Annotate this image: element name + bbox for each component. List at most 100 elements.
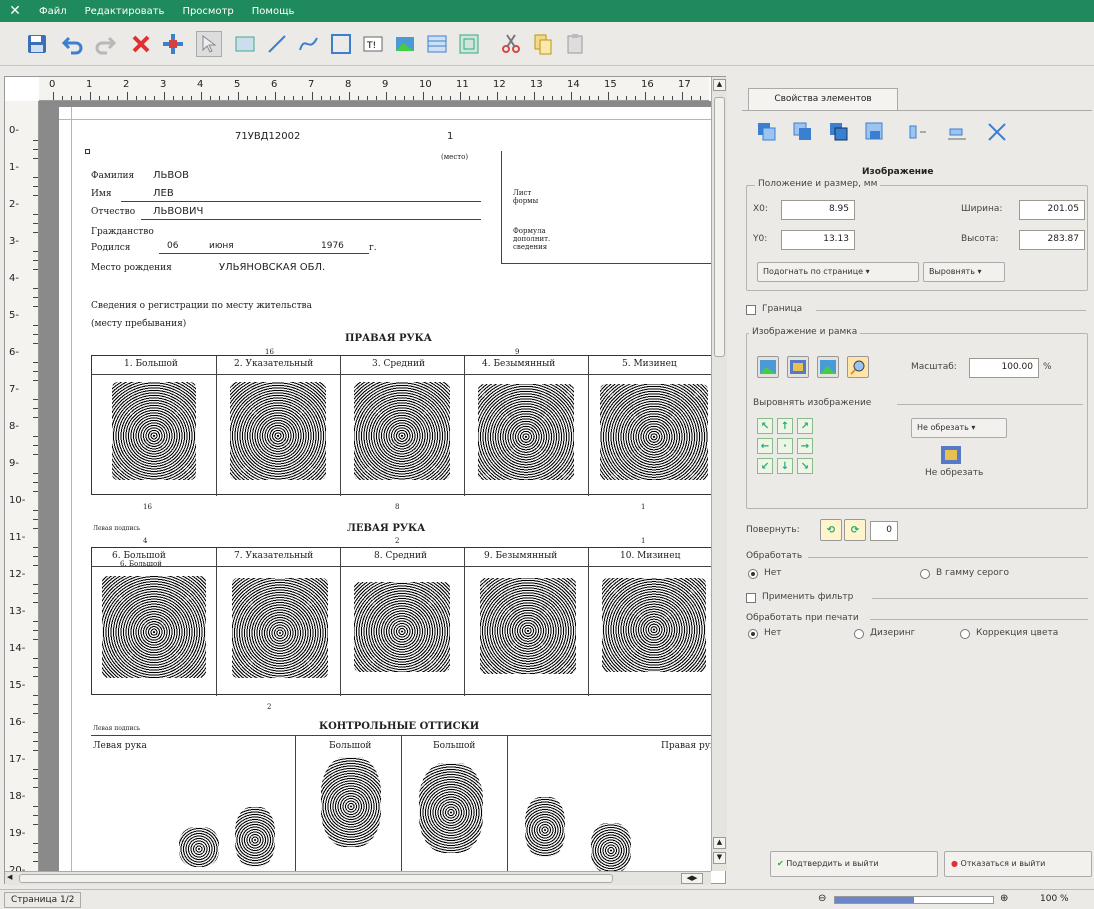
redo-icon[interactable] bbox=[92, 31, 118, 57]
align-horizontal-icon[interactable] bbox=[906, 121, 928, 143]
vertical-scrollbar[interactable]: ▲ ▲ ▼ bbox=[711, 77, 727, 871]
rectangle-tool-icon[interactable] bbox=[232, 31, 258, 57]
menu-edit[interactable]: Редактировать bbox=[76, 6, 174, 17]
zoom-out-icon[interactable]: ⊖ bbox=[818, 893, 826, 904]
ruler-tick bbox=[33, 232, 38, 233]
horizontal-scrollbar[interactable]: ◀ ◀▶ bbox=[5, 871, 711, 885]
move-icon[interactable] bbox=[160, 31, 186, 57]
align-right-icon[interactable]: → bbox=[797, 438, 813, 454]
align-top-left-icon[interactable]: ↖ bbox=[757, 418, 773, 434]
scroll-horizontal-arrows-icon[interactable]: ◀▶ bbox=[681, 873, 703, 884]
margin-guide bbox=[59, 119, 711, 120]
selection-handle[interactable] bbox=[85, 149, 90, 154]
select-pointer-icon[interactable] bbox=[196, 31, 222, 57]
align-vertical-icon[interactable] bbox=[946, 121, 968, 143]
print-color-radio[interactable] bbox=[960, 629, 970, 639]
ruler-tick bbox=[561, 96, 562, 100]
border-checkbox[interactable] bbox=[746, 305, 756, 315]
tab-element-properties[interactable]: Свойства элементов bbox=[748, 88, 898, 110]
rotate-right-icon[interactable]: ⟳ bbox=[844, 519, 866, 541]
rotate-left-icon[interactable]: ⟲ bbox=[820, 519, 842, 541]
image-frame-title: Изображение и рамка bbox=[749, 327, 861, 337]
ruler-tick bbox=[33, 140, 38, 141]
image-fit-frame-icon[interactable] bbox=[787, 356, 809, 378]
x-label: X0: bbox=[753, 204, 768, 214]
scroll-left-arrow-icon[interactable]: ◀ bbox=[7, 873, 17, 884]
zoom-slider[interactable] bbox=[834, 896, 994, 904]
zoom-in-icon[interactable]: ⊕ bbox=[1000, 893, 1008, 904]
ruler-tick bbox=[617, 96, 618, 100]
text-tool-icon[interactable]: T! bbox=[360, 31, 386, 57]
dropdown-arrow-icon: ▾ bbox=[865, 267, 870, 276]
width-input[interactable]: 201.05 bbox=[1019, 200, 1085, 220]
save-icon[interactable] bbox=[24, 31, 50, 57]
print-none-radio[interactable] bbox=[748, 629, 758, 639]
send-to-back-icon[interactable] bbox=[864, 121, 886, 143]
align-bottom-right-icon[interactable]: ↘ bbox=[797, 458, 813, 474]
fit-to-page-button[interactable]: Подогнать по странице ▾ bbox=[757, 262, 919, 282]
control-fingerprint-2 bbox=[419, 763, 483, 853]
height-input[interactable]: 283.87 bbox=[1019, 230, 1085, 250]
process-grayscale-radio[interactable] bbox=[920, 569, 930, 579]
bring-to-front-icon[interactable] bbox=[756, 121, 778, 143]
menu-view[interactable]: Просмотр bbox=[173, 6, 242, 17]
finger-label-9: 9. Безымянный bbox=[484, 551, 558, 561]
y-input[interactable]: 13.13 bbox=[781, 230, 855, 250]
x-input[interactable]: 8.95 bbox=[781, 200, 855, 220]
cancel-exit-button[interactable]: ● Отказаться и выйти bbox=[944, 851, 1092, 877]
copy-icon[interactable] bbox=[530, 31, 556, 57]
print-dither-radio[interactable] bbox=[854, 629, 864, 639]
finger-label-7: 7. Указательный bbox=[234, 551, 314, 561]
ruler-tick bbox=[136, 96, 137, 100]
horizontal-scroll-thumb[interactable] bbox=[19, 874, 613, 883]
frame-fit-image-icon[interactable] bbox=[817, 356, 839, 378]
align-top-icon[interactable]: ↑ bbox=[777, 418, 793, 434]
side-label-3: Формула bbox=[513, 227, 546, 235]
scroll-down-arrow-icon[interactable]: ▼ bbox=[713, 852, 726, 864]
ruler-tick bbox=[154, 96, 155, 100]
zoom-image-icon[interactable] bbox=[847, 356, 869, 378]
curve-tool-icon[interactable] bbox=[296, 31, 322, 57]
send-backward-icon[interactable] bbox=[828, 121, 850, 143]
distribute-icon[interactable] bbox=[986, 121, 1008, 143]
align-bottom-icon[interactable]: ↓ bbox=[777, 458, 793, 474]
born-month: июня bbox=[209, 241, 234, 251]
scroll-up-arrow-icon[interactable]: ▲ bbox=[713, 837, 726, 849]
frame-tool-icon[interactable] bbox=[328, 31, 354, 57]
rotate-input[interactable]: 0 bbox=[870, 521, 898, 541]
ruler-tick bbox=[626, 96, 627, 100]
image-scale-icon[interactable] bbox=[757, 356, 779, 378]
barcode-tool-icon[interactable] bbox=[456, 31, 482, 57]
process-none-radio[interactable] bbox=[748, 569, 758, 579]
bring-forward-icon[interactable] bbox=[792, 121, 814, 143]
page-editor: 0123456789101112131415161718 0-1-2-3-4-5… bbox=[4, 76, 727, 885]
menu-file[interactable]: Файл bbox=[30, 6, 76, 17]
align-bottom-left-icon[interactable]: ↙ bbox=[757, 458, 773, 474]
cut-icon[interactable] bbox=[498, 31, 524, 57]
ruler-tick bbox=[33, 676, 38, 677]
confirm-exit-button[interactable]: ✔ Подтвердить и выйти bbox=[770, 851, 938, 877]
fingerprint-4 bbox=[478, 384, 574, 480]
document-page[interactable]: 71УВД12002 1 (место) Фамилия ЛЬВОВ Имя Л… bbox=[59, 107, 711, 871]
page-area[interactable]: 71УВД12002 1 (место) Фамилия ЛЬВОВ Имя Л… bbox=[39, 101, 711, 871]
align-left-icon[interactable]: ← bbox=[757, 438, 773, 454]
line-tool-icon[interactable] bbox=[264, 31, 290, 57]
crop-dropdown[interactable]: Не обрезать ▾ bbox=[911, 418, 1007, 438]
ruler-tick bbox=[33, 473, 38, 474]
paste-icon[interactable] bbox=[562, 31, 588, 57]
ruler-tick bbox=[265, 96, 266, 100]
align-center-icon[interactable]: · bbox=[777, 438, 793, 454]
delete-icon[interactable] bbox=[128, 31, 154, 57]
align-top-right-icon[interactable]: ↗ bbox=[797, 418, 813, 434]
scroll-up-arrow-icon[interactable]: ▲ bbox=[713, 79, 726, 91]
undo-icon[interactable] bbox=[60, 31, 86, 57]
table-tool-icon[interactable] bbox=[424, 31, 450, 57]
vertical-scroll-thumb[interactable] bbox=[714, 97, 725, 357]
ruler-tick bbox=[376, 96, 377, 100]
scale-input[interactable]: 100.00 bbox=[969, 358, 1039, 378]
image-tool-icon[interactable] bbox=[392, 31, 418, 57]
align-button[interactable]: Выровнять ▾ bbox=[923, 262, 1005, 282]
menu-help[interactable]: Помощь bbox=[243, 6, 304, 17]
apply-filter-checkbox[interactable] bbox=[746, 593, 756, 603]
ruler-tick-label: 12 bbox=[493, 79, 506, 90]
